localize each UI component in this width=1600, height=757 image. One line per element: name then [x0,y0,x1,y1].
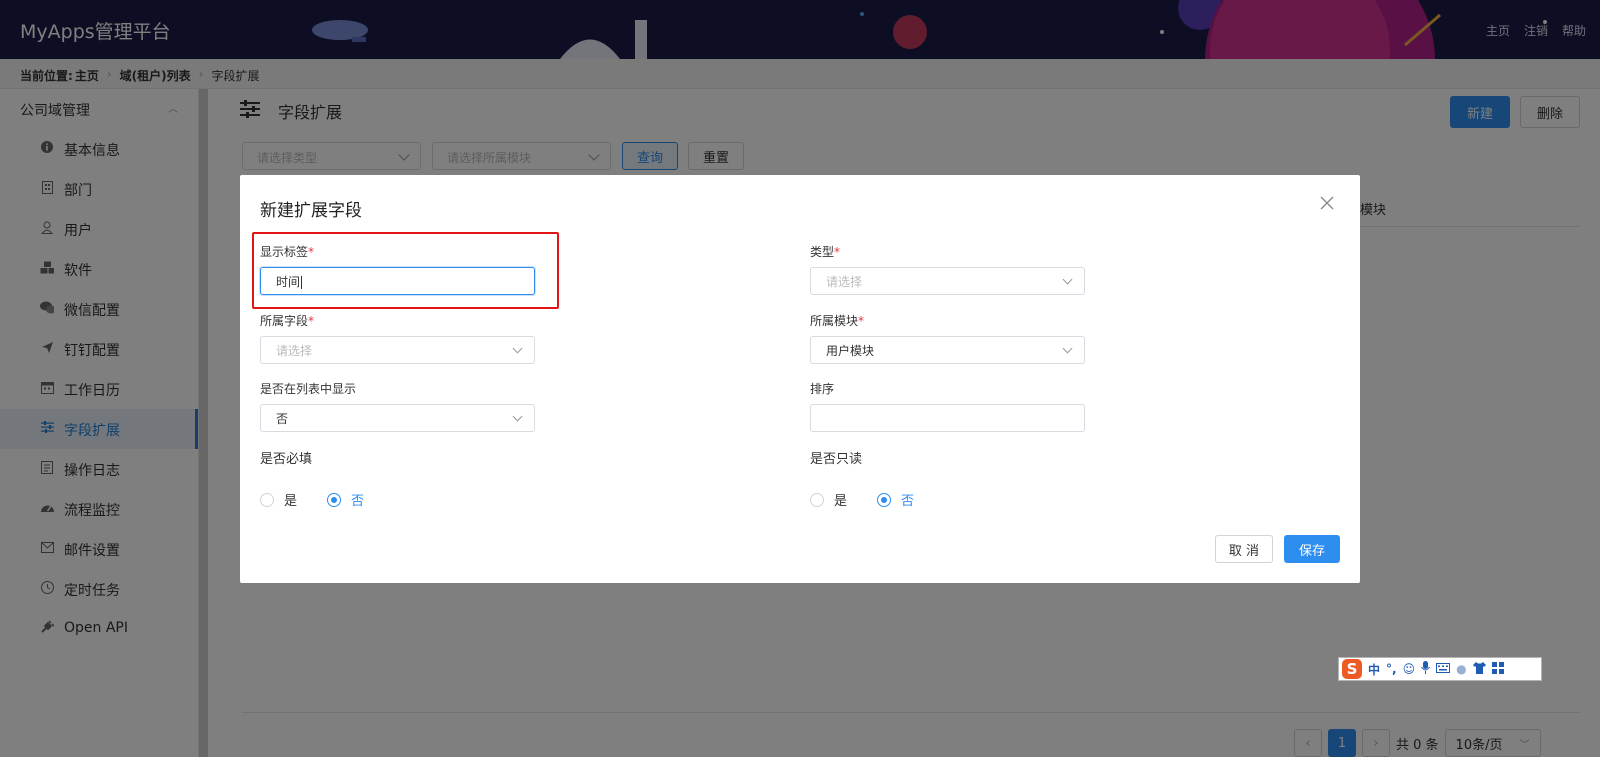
readonly-label: 是否只读 [810,452,863,467]
module-label: 所属模块 [810,314,859,328]
radio-label: 是 [834,494,848,509]
module-value: 用户模块 [826,344,875,358]
required-asterisk: * [308,314,315,328]
user-avatar-icon[interactable]: ● [1456,662,1466,676]
radio-circle [810,492,824,507]
ime-language-mode[interactable]: 中 [1368,661,1380,678]
emoji-icon[interactable]: ☺ [1403,662,1416,676]
microphone-icon[interactable] [1421,661,1431,677]
radio-label: 否 [351,494,365,509]
annotation-highlight-box [252,232,559,309]
keyboard-icon[interactable] [1436,662,1451,676]
sogou-logo-icon[interactable]: S [1342,659,1362,679]
required-label: 是否必填 [260,452,313,467]
required-yes-radio[interactable]: 是 [260,490,297,509]
radio-label: 是 [284,494,298,509]
readonly-radio-group: 是 否 [810,490,914,509]
dialog-title: 新建扩展字段 [260,201,362,221]
sort-field: 排序 [810,380,1085,432]
radio-label: 否 [901,494,915,509]
type-select[interactable]: 请选择 [810,267,1085,295]
owning-field-placeholder: 请选择 [276,344,313,358]
required-no-radio[interactable]: 否 [327,490,364,509]
show-in-list-field: 是否在列表中显示 否 [260,380,535,432]
module-field: 所属模块* 用户模块 [810,312,1085,364]
readonly-no-radio[interactable]: 否 [877,490,914,509]
owning-field-label: 所属字段 [260,314,309,328]
radio-circle [260,492,274,507]
radio-circle [877,492,892,507]
cancel-button[interactable]: 取 消 [1215,535,1273,563]
required-field: 是否必填 是 否 [260,448,364,509]
readonly-yes-radio[interactable]: 是 [810,490,847,509]
type-label: 类型 [810,245,835,259]
required-asterisk: * [858,314,865,328]
radio-circle [327,492,342,507]
chevron-down-icon [512,411,523,422]
ime-toolbar: S 中 °, ☺ ● [1338,657,1542,681]
required-radio-group: 是 否 [260,490,364,509]
chevron-down-icon [1062,274,1073,285]
close-icon[interactable] [1320,196,1334,210]
sort-input[interactable] [810,404,1085,432]
save-button[interactable]: 保存 [1284,535,1340,563]
type-field: 类型* 请选择 [810,243,1085,295]
chevron-down-icon [512,343,523,354]
grid-menu-icon[interactable] [1491,661,1504,677]
sort-label: 排序 [810,382,835,396]
show-in-list-value: 否 [276,412,289,426]
show-in-list-select[interactable]: 否 [260,404,535,432]
owning-field-select[interactable]: 请选择 [260,336,535,364]
ime-punctuation[interactable]: °, [1386,662,1397,676]
readonly-field: 是否只读 是 否 [810,448,914,509]
module-select[interactable]: 用户模块 [810,336,1085,364]
type-placeholder: 请选择 [826,275,863,289]
chevron-down-icon [1062,343,1073,354]
show-in-list-label: 是否在列表中显示 [260,382,357,396]
owning-field-field: 所属字段* 请选择 [260,312,535,364]
required-asterisk: * [834,245,841,259]
skin-shirt-icon[interactable] [1472,661,1486,677]
